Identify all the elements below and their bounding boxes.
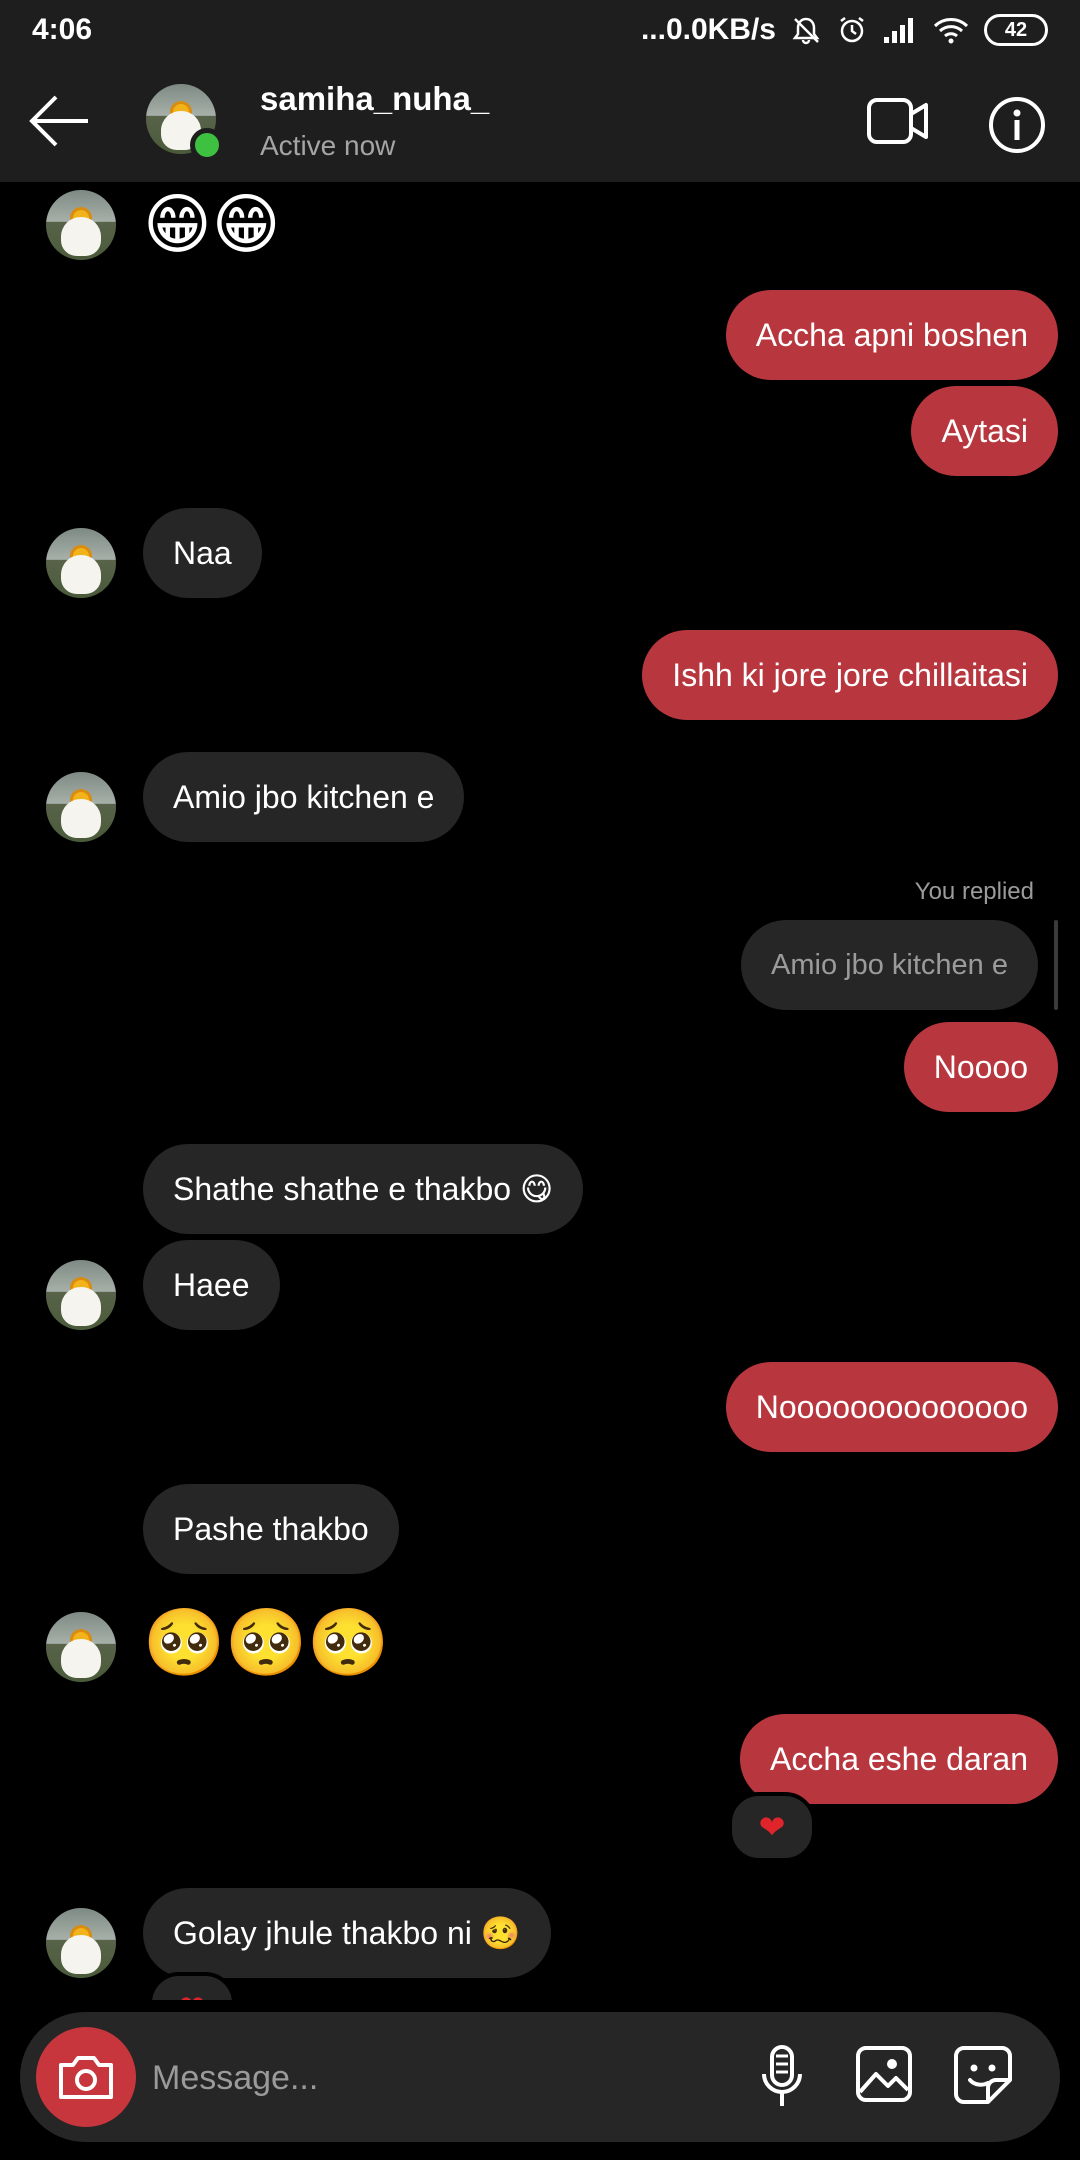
wifi-icon: [933, 18, 969, 44]
back-arrow-icon[interactable]: [28, 90, 92, 152]
mute-bell-icon: [792, 17, 820, 45]
video-call-icon[interactable]: [866, 96, 930, 146]
message-input[interactable]: [150, 2046, 714, 2110]
battery-indicator: 42: [984, 14, 1048, 46]
contact-username[interactable]: samiha_nuha_: [260, 80, 489, 118]
info-icon[interactable]: [988, 96, 1046, 154]
outgoing-message[interactable]: Ishh ki jore jore chillaitasi: [642, 630, 1058, 720]
incoming-message[interactable]: Haee: [143, 1240, 280, 1330]
emoji-message[interactable]: 🥺🥺🥺: [143, 1602, 390, 1682]
outgoing-message[interactable]: Noooo: [903, 1022, 1058, 1112]
status-icons: ...0.0KB/s 42: [641, 13, 1048, 47]
incoming-message[interactable]: Golay jhule thakbo ni 🥴: [143, 1888, 551, 1978]
sticker-icon[interactable]: [952, 2044, 1014, 2106]
sender-avatar[interactable]: [46, 528, 116, 598]
signal-icon: [884, 18, 913, 43]
camera-icon: [59, 2056, 113, 2099]
sender-avatar[interactable]: [46, 1260, 116, 1330]
alarm-icon: [840, 17, 864, 43]
reply-bar: [1054, 920, 1058, 1010]
outgoing-message[interactable]: Aytasi: [911, 386, 1058, 476]
quoted-message[interactable]: Amio jbo kitchen e: [741, 920, 1038, 1010]
message-thread[interactable]: 😁😁 Accha apni boshen Aytasi Naa Ishh ki …: [0, 182, 1080, 2000]
incoming-message[interactable]: Shathe shathe e thakbo 😋: [143, 1144, 584, 1234]
heart-reaction[interactable]: ❤: [728, 1792, 816, 1862]
contact-status: Active now: [260, 130, 396, 161]
sender-avatar[interactable]: [46, 190, 116, 260]
sender-avatar[interactable]: [46, 772, 116, 842]
outgoing-message[interactable]: Accha apni boshen: [725, 290, 1058, 380]
incoming-message[interactable]: Amio jbo kitchen e: [143, 752, 465, 842]
incoming-message[interactable]: Naa: [143, 508, 262, 598]
replied-label: You replied: [914, 878, 1034, 905]
outgoing-message[interactable]: Noooooooooooooo: [725, 1362, 1058, 1452]
outgoing-message[interactable]: Accha eshe daran: [740, 1714, 1058, 1804]
status-bar: 4:06 ...0.0KB/s 42: [0, 0, 1080, 60]
contact-avatar[interactable]: [146, 84, 224, 162]
message-composer: [20, 2012, 1060, 2142]
incoming-message[interactable]: Pashe thakbo: [143, 1484, 399, 1574]
network-speed: ...0.0KB/s: [640, 13, 776, 46]
gallery-icon[interactable]: [854, 2044, 914, 2104]
microphone-icon[interactable]: [758, 2044, 806, 2110]
chat-header: samiha_nuha_ Active now: [0, 60, 1080, 182]
sender-avatar[interactable]: [46, 1908, 116, 1978]
status-time: 4:06: [32, 13, 93, 46]
emoji-message[interactable]: 😁😁: [143, 184, 281, 264]
camera-button[interactable]: [36, 2027, 136, 2127]
sender-avatar[interactable]: [46, 1612, 116, 1682]
online-indicator: [190, 128, 224, 162]
